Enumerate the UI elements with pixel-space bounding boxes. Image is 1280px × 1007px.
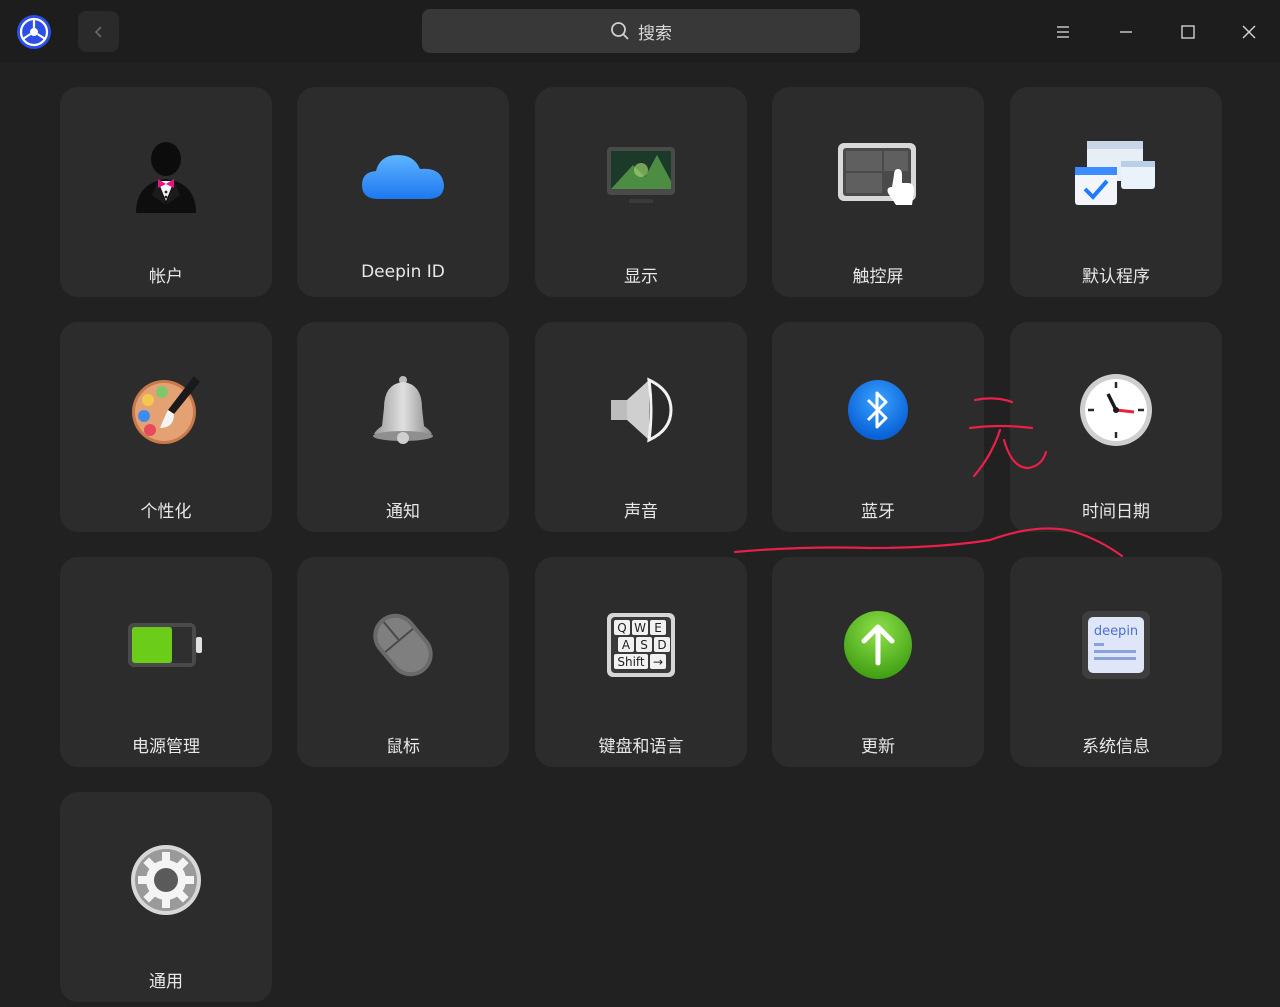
speaker-icon xyxy=(535,322,747,497)
update-icon xyxy=(772,557,984,732)
key-label: D xyxy=(657,638,666,652)
menu-button[interactable] xyxy=(1043,12,1083,52)
module-personalization[interactable]: 个性化 xyxy=(60,322,272,532)
module-label: 通知 xyxy=(386,502,420,522)
palette-icon xyxy=(60,322,272,497)
module-label: 显示 xyxy=(624,267,658,287)
search-icon xyxy=(611,22,629,40)
key-label: → xyxy=(653,655,663,669)
cloud-icon xyxy=(297,87,509,262)
bluetooth-icon xyxy=(772,322,984,497)
module-sound[interactable]: 声音 xyxy=(535,322,747,532)
module-label: 鼠标 xyxy=(386,737,420,757)
display-icon xyxy=(535,87,747,262)
default-apps-icon xyxy=(1010,87,1222,262)
module-deepin-id[interactable]: Deepin ID xyxy=(297,87,509,297)
module-label: 键盘和语言 xyxy=(598,737,684,757)
module-label: 更新 xyxy=(861,737,895,757)
key-label: S xyxy=(640,638,648,652)
key-label: E xyxy=(654,621,662,635)
module-mouse[interactable]: 鼠标 xyxy=(297,557,509,767)
module-label: 触控屏 xyxy=(852,267,904,287)
touchscreen-icon xyxy=(772,87,984,262)
module-label: 个性化 xyxy=(140,502,192,522)
module-label: 声音 xyxy=(624,502,658,522)
search-input[interactable]: 搜索 xyxy=(422,9,860,53)
module-keyboard-language[interactable]: Q W E A S D Shift → 键盘和语言 xyxy=(535,557,747,767)
module-notification[interactable]: 通知 xyxy=(297,322,509,532)
module-label: 系统信息 xyxy=(1082,737,1150,757)
module-datetime[interactable]: 时间日期 xyxy=(1010,322,1222,532)
gear-icon xyxy=(60,792,272,967)
module-label: 蓝牙 xyxy=(861,502,895,522)
key-label: W xyxy=(634,621,646,635)
minimize-button[interactable] xyxy=(1106,12,1146,52)
titlebar: 搜索 xyxy=(0,0,1280,63)
minimize-icon xyxy=(1120,31,1132,33)
chevron-left-icon xyxy=(94,25,102,38)
key-label: Q xyxy=(617,621,626,635)
module-system-info[interactable]: deepin 系统信息 xyxy=(1010,557,1222,767)
back-button[interactable] xyxy=(78,11,119,52)
clock-icon xyxy=(1010,322,1222,497)
mouse-icon xyxy=(297,557,509,732)
key-label: A xyxy=(622,638,631,652)
module-label: 通用 xyxy=(149,972,183,992)
battery-icon xyxy=(60,557,272,732)
keyboard-icon: Q W E A S D Shift → xyxy=(535,557,747,732)
key-label: Shift xyxy=(617,655,645,669)
module-touchscreen[interactable]: 触控屏 xyxy=(772,87,984,297)
module-power[interactable]: 电源管理 xyxy=(60,557,272,767)
deepin-settings-logo-icon xyxy=(16,14,52,50)
maximize-button[interactable] xyxy=(1168,12,1208,52)
module-label: 默认程序 xyxy=(1082,267,1150,287)
module-label: 电源管理 xyxy=(132,737,200,757)
system-info-brand: deepin xyxy=(1094,624,1138,639)
settings-window: 搜索 帐户 Deepin ID 显示 触控屏 默认程序 个性化 通知 声音 蓝牙… xyxy=(0,0,1280,1007)
account-icon xyxy=(60,87,272,262)
menu-icon xyxy=(1057,26,1069,38)
module-label: 帐户 xyxy=(149,267,183,287)
maximize-icon xyxy=(1181,25,1195,39)
module-general[interactable]: 通用 xyxy=(60,792,272,1002)
module-update[interactable]: 更新 xyxy=(772,557,984,767)
close-button[interactable] xyxy=(1229,12,1269,52)
module-label: 时间日期 xyxy=(1082,502,1150,522)
close-icon xyxy=(1242,25,1256,39)
module-label: Deepin ID xyxy=(361,262,445,282)
system-info-icon: deepin xyxy=(1010,557,1222,732)
bell-icon xyxy=(297,322,509,497)
search-placeholder: 搜索 xyxy=(638,23,672,44)
module-default-apps[interactable]: 默认程序 xyxy=(1010,87,1222,297)
module-bluetooth[interactable]: 蓝牙 xyxy=(772,322,984,532)
module-display[interactable]: 显示 xyxy=(535,87,747,297)
module-account[interactable]: 帐户 xyxy=(60,87,272,297)
